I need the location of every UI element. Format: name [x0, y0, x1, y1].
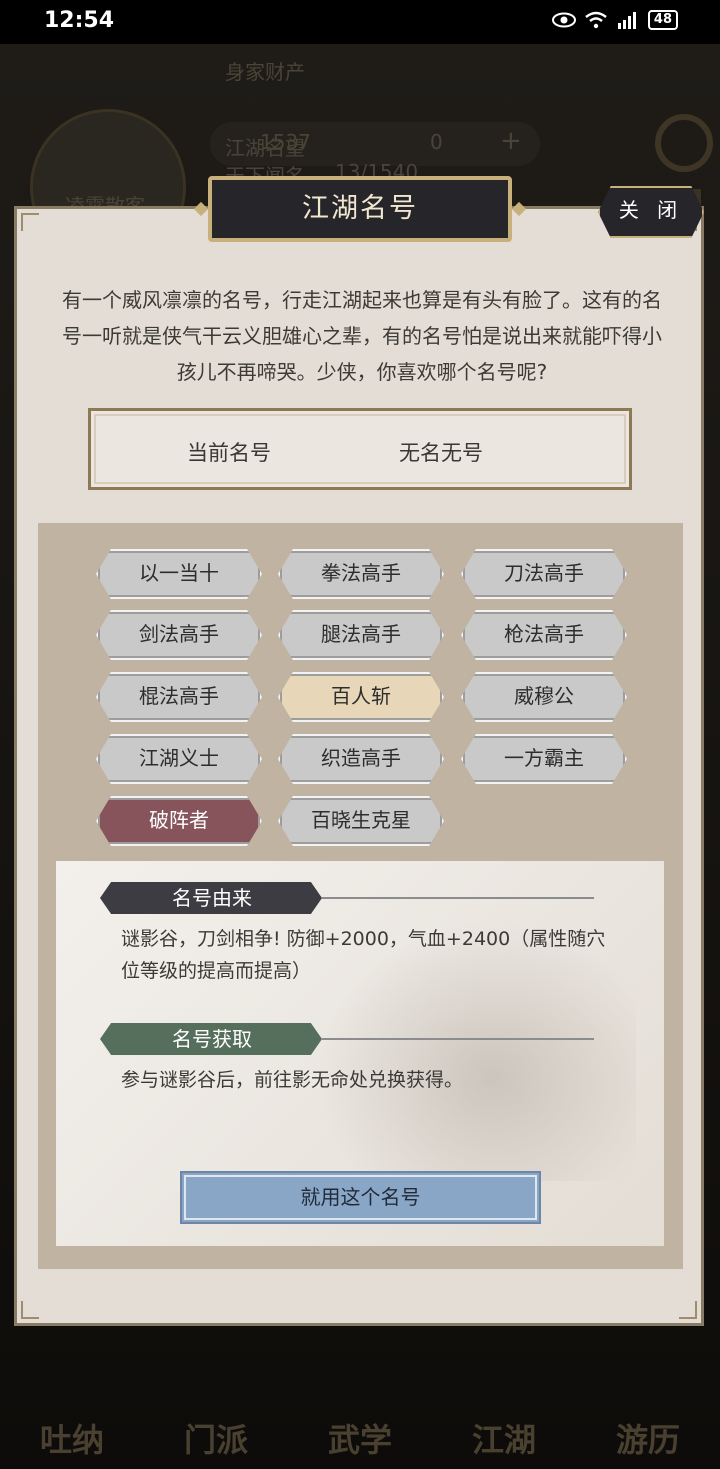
current-title-value: 无名无号 — [399, 441, 483, 465]
intro-text: 有一个威风凛凛的名号，行走江湖起来也算是有头有脸了。这有的名号一听就是侠气干云义… — [62, 288, 662, 384]
nav-item: 吐纳 — [39, 1421, 104, 1459]
status-bar: 12:54 48 — [0, 0, 720, 44]
wealth-label: 身家财产 — [225, 60, 305, 84]
status-time: 12:54 — [44, 8, 115, 33]
add-currency-icon: + — [500, 126, 522, 156]
status-icons: 48 — [551, 10, 678, 30]
title-option[interactable]: 威穆公 — [461, 672, 627, 722]
nav-item: 江湖 — [471, 1421, 536, 1459]
origin-heading: 名号由来 — [100, 882, 322, 914]
gem-count: 0 — [430, 130, 443, 154]
title-option-selected[interactable]: 破阵者 — [96, 796, 262, 846]
close-button[interactable]: 关 闭 — [598, 186, 704, 238]
title-option[interactable]: 枪法高手 — [461, 610, 627, 660]
corner-ornament — [21, 213, 39, 231]
title-option[interactable]: 腿法高手 — [278, 610, 444, 660]
title-option[interactable]: 拳法高手 — [278, 549, 444, 599]
title-option[interactable]: 江湖义士 — [96, 734, 262, 784]
title-option[interactable]: 一方霸主 — [461, 734, 627, 784]
battery-icon: 48 — [647, 10, 678, 30]
nav-item: 门派 — [183, 1421, 248, 1459]
divider — [322, 1038, 594, 1040]
nav-item: 游历 — [615, 1421, 680, 1459]
current-title-label: 当前名号 — [187, 441, 271, 465]
dialog-title: 江湖名号 — [208, 176, 512, 242]
wifi-icon — [585, 11, 607, 29]
settings-gear-icon — [655, 114, 713, 172]
origin-text: 谜影谷，刀剑相争! 防御+2000，气血+2400（属性随穴位等级的提高而提高） — [121, 928, 606, 982]
current-title-box: 当前名号 无名无号 — [88, 408, 632, 490]
title-option[interactable]: 以一当十 — [96, 549, 262, 599]
title-option[interactable]: 棍法高手 — [96, 672, 262, 722]
corner-ornament — [21, 1301, 39, 1319]
title-option[interactable]: 织造高手 — [278, 734, 444, 784]
nav-item: 武学 — [327, 1421, 392, 1459]
title-option[interactable]: 刀法高手 — [461, 549, 627, 599]
title-option[interactable]: 百人斩 — [278, 672, 444, 722]
eye-icon — [551, 12, 576, 28]
title-option[interactable]: 剑法高手 — [96, 610, 262, 660]
signal-icon — [617, 12, 636, 29]
title-option[interactable]: 百晓生克星 — [278, 796, 444, 846]
bottom-nav: 吐纳 门派 武学 江湖 游历 — [0, 1329, 720, 1469]
obtain-text: 参与谜影谷后，前往影无命处兑换获得。 — [121, 1069, 464, 1091]
use-title-button[interactable]: 就用这个名号 — [180, 1171, 541, 1224]
obtain-heading: 名号获取 — [100, 1023, 322, 1055]
fame-label: 江湖名望 — [225, 136, 305, 160]
corner-ornament — [679, 1301, 697, 1319]
divider — [322, 897, 594, 899]
